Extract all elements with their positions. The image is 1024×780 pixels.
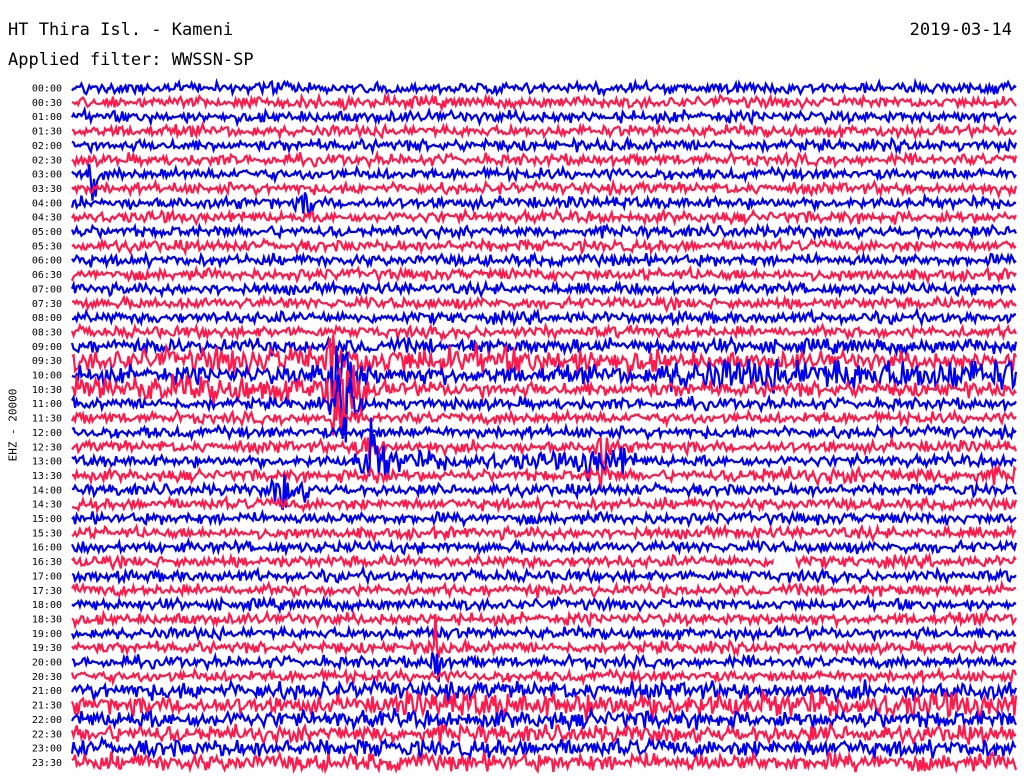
time-tick-label: 22:00	[32, 715, 62, 726]
time-tick-label: 05:30	[32, 241, 62, 252]
seismic-trace	[71, 205, 1017, 228]
time-tick-label: 00:30	[32, 98, 62, 109]
time-tick-label: 11:30	[32, 414, 62, 425]
seismic-trace	[71, 178, 1018, 200]
time-tick-label: 02:00	[32, 141, 62, 152]
time-tick-label: 12:00	[32, 428, 62, 439]
helicorder-plot: 00:00 00:30 01:00 01:30 02:00 02:30 03:00 03:30…	[32, 77, 1018, 775]
time-tick-label: 08:00	[32, 313, 62, 324]
data-gap	[773, 552, 796, 571]
time-tick-label: 09:30	[32, 356, 62, 367]
seismic-trace	[70, 264, 1017, 285]
seismic-trace	[71, 508, 1017, 529]
seismic-trace	[70, 192, 1017, 218]
seismic-trace	[70, 321, 1018, 343]
time-tick-label: 22:30	[32, 729, 62, 740]
time-tick-label: 06:00	[32, 256, 62, 267]
seismic-traces	[70, 77, 1018, 775]
time-tick-label: 20:00	[32, 658, 62, 669]
seismic-trace	[71, 579, 1017, 600]
time-tick-label: 16:00	[32, 543, 62, 554]
time-tick-label: 04:30	[32, 213, 62, 224]
seismic-trace	[70, 624, 1017, 644]
seismic-trace	[71, 149, 1018, 170]
time-tick-label: 04:00	[32, 198, 62, 209]
seismic-trace	[71, 77, 1017, 98]
seismic-trace	[71, 120, 1017, 141]
seismic-trace	[71, 494, 1018, 515]
time-tick-label: 00:00	[32, 84, 62, 95]
time-tick-label: 03:30	[32, 184, 62, 195]
seismic-trace	[70, 537, 1018, 557]
seismic-trace	[71, 91, 1017, 113]
time-tick-label: 03:00	[32, 170, 62, 181]
time-tick-label: 09:00	[32, 342, 62, 353]
time-tick-label: 20:30	[32, 672, 62, 683]
time-tick-label: 13:30	[32, 471, 62, 482]
time-tick-label: 02:30	[32, 155, 62, 166]
time-tick-label: 01:30	[32, 127, 62, 138]
time-tick-label: 10:30	[32, 385, 62, 396]
time-tick-label: 21:30	[32, 701, 62, 712]
time-tick-label: 18:00	[32, 600, 62, 611]
time-tick-label: 14:00	[32, 485, 62, 496]
time-tick-label: 15:30	[32, 528, 62, 539]
seismic-trace	[70, 221, 1017, 242]
time-tick-label: 08:30	[32, 327, 62, 338]
time-tick-label: 10:00	[32, 371, 62, 382]
seismic-trace	[71, 551, 1017, 572]
seismic-trace	[71, 522, 1017, 544]
time-tick-label: 18:30	[32, 614, 62, 625]
time-tick-label: 23:30	[32, 758, 62, 769]
seismic-trace	[70, 734, 1017, 763]
seismic-trace	[71, 250, 1017, 271]
seismic-trace	[71, 608, 1018, 631]
time-tick-label: 06:30	[32, 270, 62, 281]
time-tick-label: 16:30	[32, 557, 62, 568]
time-tick-label: 14:30	[32, 500, 62, 511]
time-tick-label: 19:00	[32, 629, 62, 640]
time-tick-label: 17:00	[32, 571, 62, 582]
time-tick-label: 19:30	[32, 643, 62, 654]
seismic-trace	[71, 236, 1017, 257]
time-tick-label: 01:00	[32, 112, 62, 123]
time-tick-label: 07:30	[32, 299, 62, 310]
time-tick-label: 17:30	[32, 586, 62, 597]
time-tick-label: 15:00	[32, 514, 62, 525]
time-tick-label: 13:00	[32, 457, 62, 468]
time-tick-label: 11:00	[32, 399, 62, 410]
time-tick-label: 23:00	[32, 744, 62, 755]
seismic-trace	[71, 593, 1017, 616]
seismic-trace	[70, 278, 1017, 299]
time-tick-label: 05:00	[32, 227, 62, 238]
seismic-trace	[72, 306, 1017, 328]
seismic-trace	[71, 422, 1017, 443]
seismic-trace	[71, 105, 1017, 128]
time-tick-label: 12:30	[32, 442, 62, 453]
seismic-trace	[70, 666, 1018, 687]
seismic-trace	[70, 334, 1018, 358]
seismic-trace	[71, 564, 1017, 587]
seismic-trace	[70, 721, 1017, 747]
seismic-trace	[71, 294, 1017, 314]
time-tick-labels: 00:00 00:30 01:00 01:30 02:00 02:30 03:00 03:30…	[32, 84, 62, 769]
seismic-trace	[71, 135, 1018, 156]
time-tick-label: 21:00	[32, 686, 62, 697]
time-tick-label: 07:00	[32, 284, 62, 295]
